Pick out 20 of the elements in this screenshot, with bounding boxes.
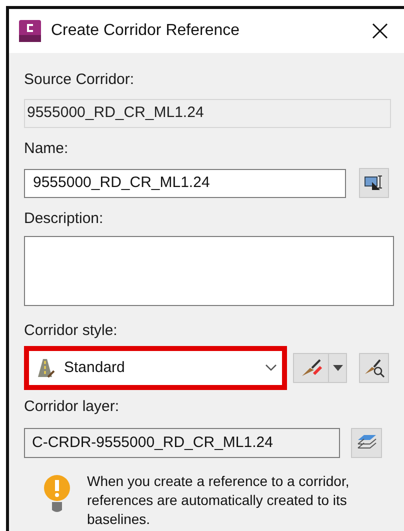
layer-button[interactable] [351, 428, 382, 458]
edit-style-button[interactable] [293, 353, 347, 383]
brush-pencil-icon [300, 358, 324, 378]
field-label: Source Corridor: [24, 71, 134, 89]
field-label: Corridor layer: [24, 398, 120, 416]
info-note: When you create a reference to a corridor, references are automatically created to its baselines. [87, 472, 350, 529]
window-title: Create Corridor Reference [51, 21, 241, 41]
caret-icon [333, 365, 344, 371]
app-logo-icon [19, 20, 41, 42]
field-label: Description: [24, 210, 104, 228]
field-label: Corridor style: [24, 322, 118, 340]
corridor-style-dropdown[interactable]: Standard [24, 346, 288, 390]
pick-from-drawing-icon [364, 174, 384, 192]
pick-button[interactable] [359, 168, 389, 198]
corridor-layer-field[interactable]: C-CRDR-9555000_RD_CR_ML1.24 [24, 428, 340, 458]
chevron-down-icon [265, 364, 278, 372]
browse-style-button[interactable] [358, 353, 389, 383]
description-field[interactable] [24, 236, 394, 306]
name-field[interactable]: 9555000_RD_CR_ML1.24 [24, 168, 346, 198]
field-label: Name: [24, 140, 68, 158]
